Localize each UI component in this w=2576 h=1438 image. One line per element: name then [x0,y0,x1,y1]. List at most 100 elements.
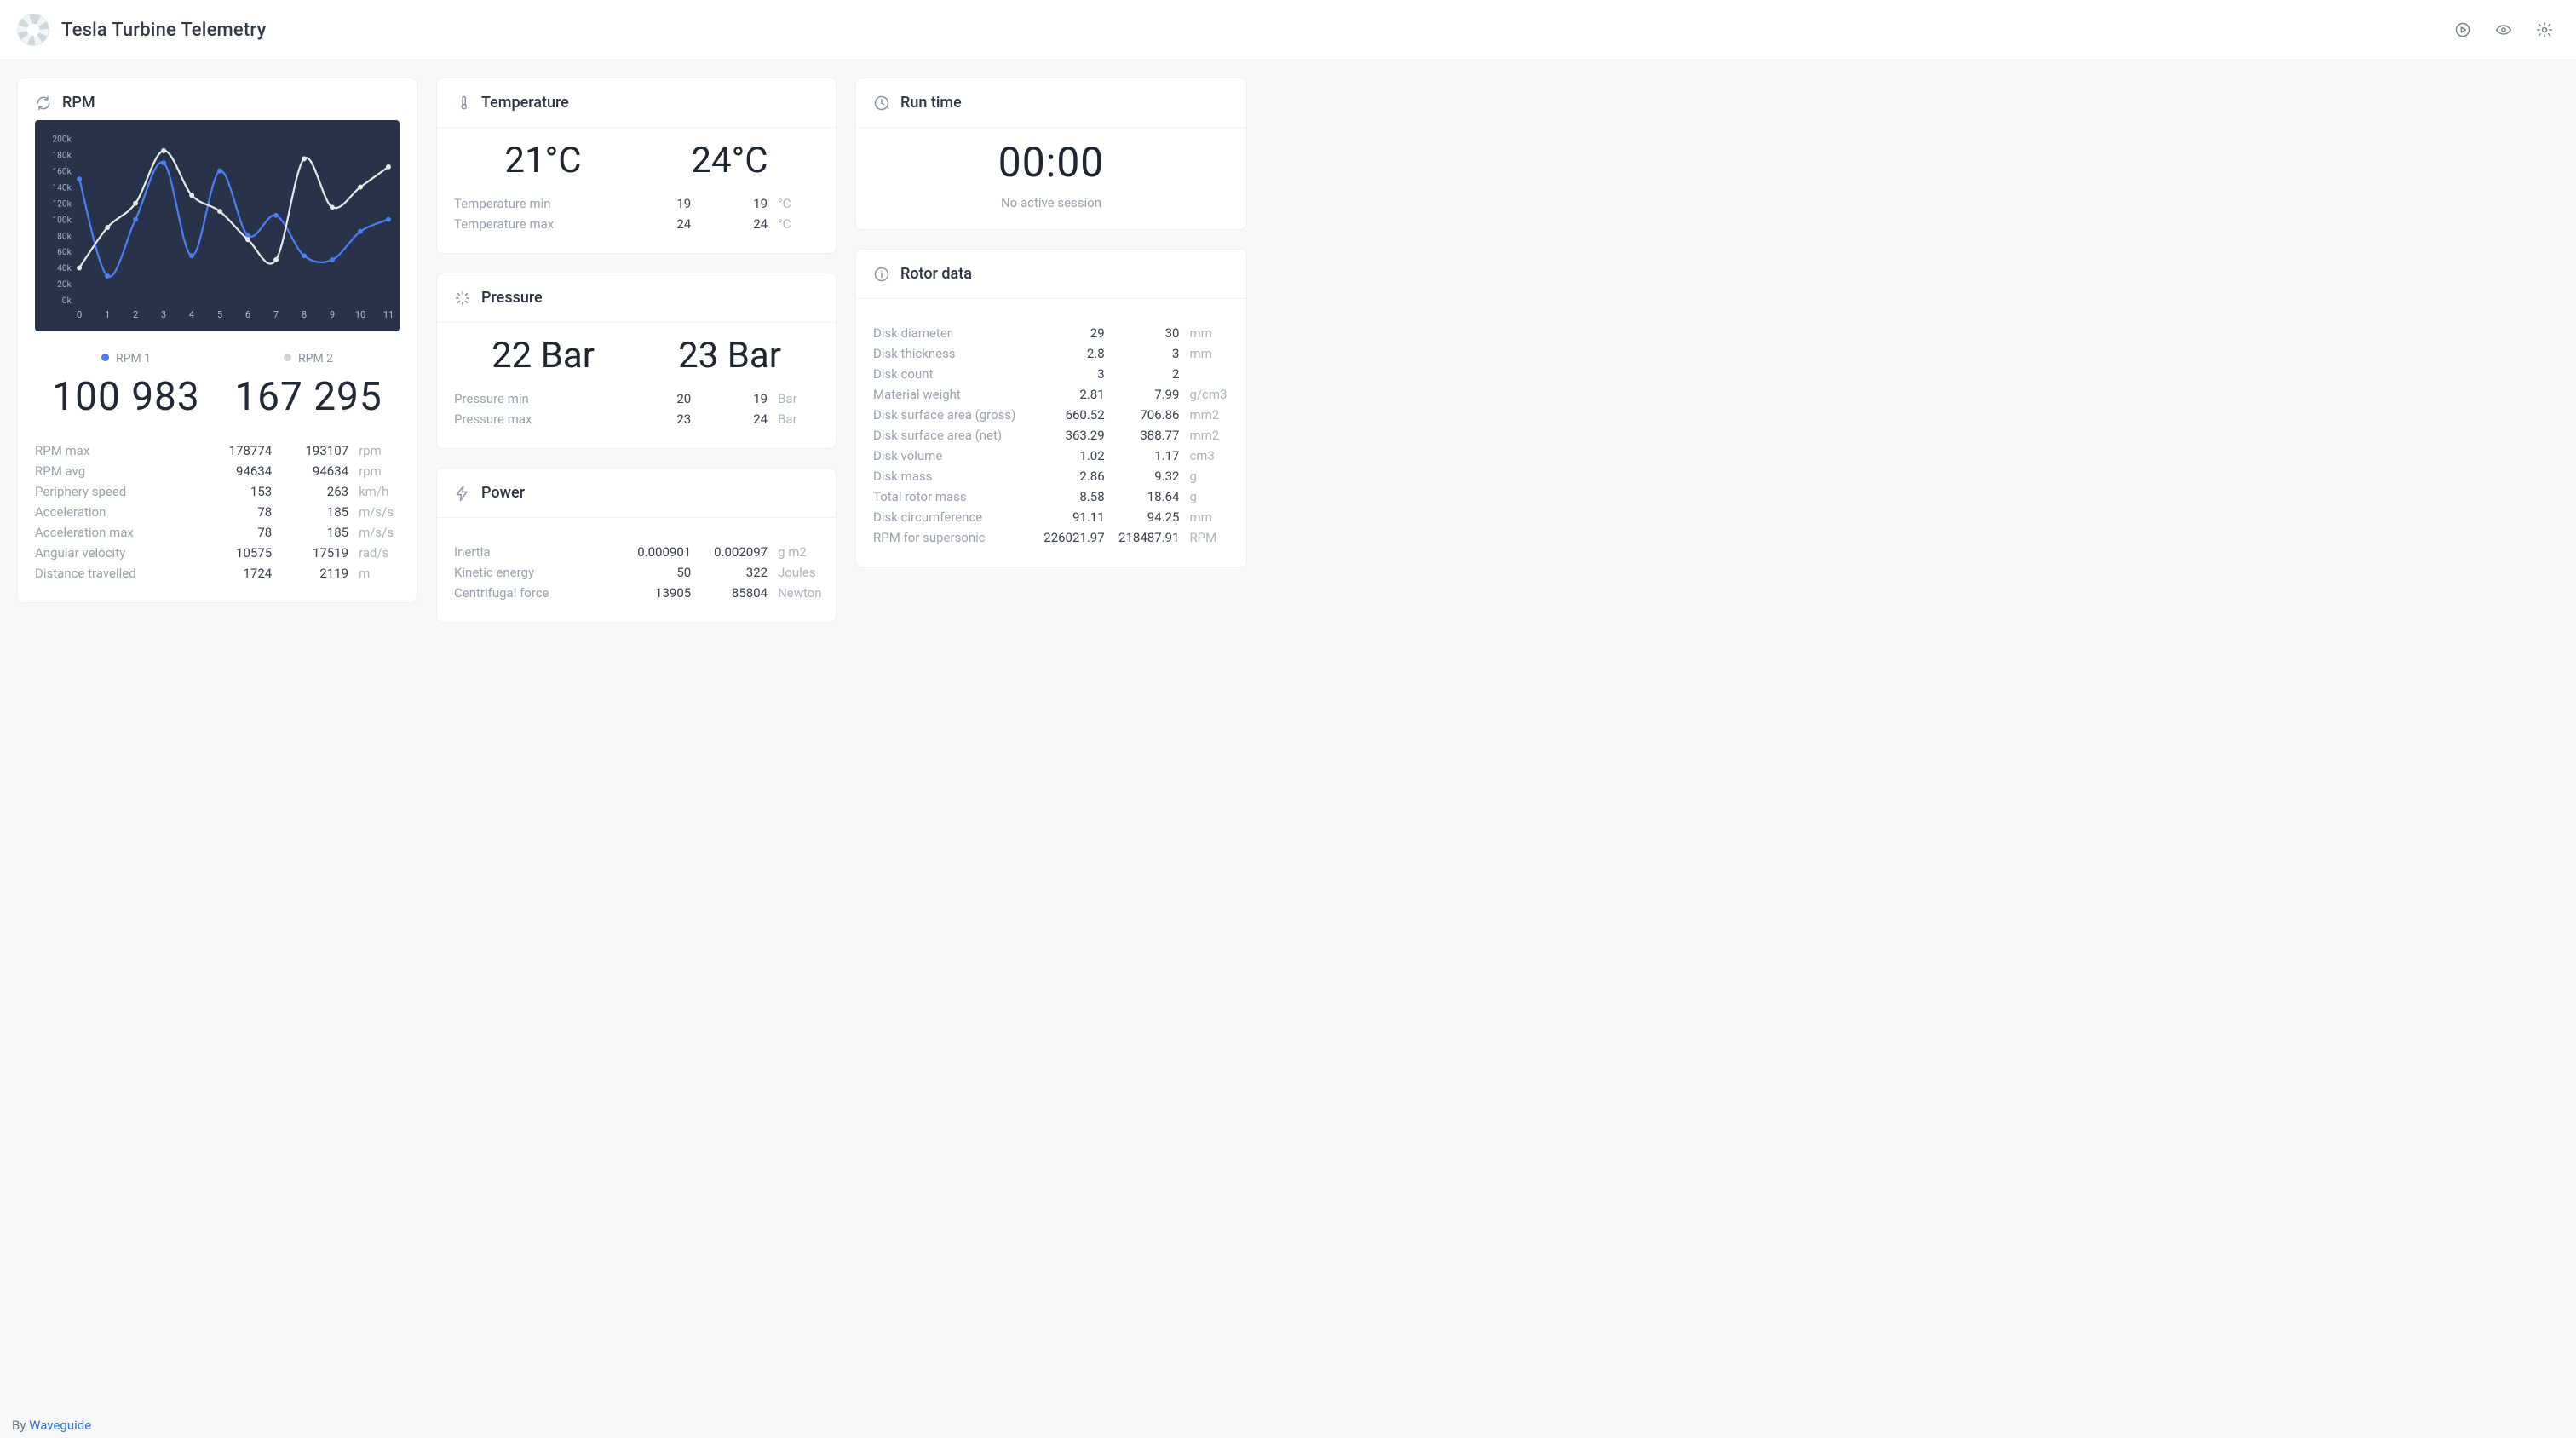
svg-text:160k: 160k [52,167,72,176]
footer: By Waveguide [12,1418,91,1433]
runtime-card: Run time 00:00 No active session [855,78,1247,230]
play-button[interactable] [2448,15,2477,44]
stat-unit: rad/s [348,543,410,563]
temperature-value-2: 24°C [641,140,819,181]
stat-value-1: 0.000901 [614,542,691,562]
rotor-card: Rotor data Disk diameter2930mmDisk thick… [855,249,1247,567]
stat-unit: mm2 [1179,405,1239,425]
legend-dot-1 [101,354,109,361]
stat-value-2: 17519 [272,543,348,563]
rotor-card-title: Rotor data [900,265,972,283]
temperature-value-1: 21°C [454,140,632,181]
stat-value-1: 78 [195,522,272,543]
eye-icon [2495,21,2512,38]
stat-value-2: 706.86 [1105,405,1180,425]
table-row: Disk mass2.869.32g [873,466,1229,486]
stat-label: Acceleration max [35,522,195,543]
temperature-stats-table: Temperature min1919°CTemperature max2424… [454,193,819,234]
stat-value-1: 78 [195,502,272,522]
legend-label-2: RPM 2 [298,352,333,365]
footer-link[interactable]: Waveguide [29,1418,91,1433]
stat-label: Material weight [873,384,1030,405]
table-row: Periphery speed153263km/h [35,481,400,502]
stat-value-2: 218487.91 [1105,527,1180,548]
stat-value-2: 9.32 [1105,466,1180,486]
stat-label: Disk surface area (net) [873,425,1030,446]
stat-value-2: 19 [691,193,768,214]
stat-value-2: 2119 [272,563,348,584]
stat-value-2: 193107 [272,440,348,461]
stat-value-2: 94634 [272,461,348,481]
info-icon [873,266,890,283]
stat-value-2: 185 [272,522,348,543]
stat-value-1: 94634 [195,461,272,481]
page-title: Tesla Turbine Telemetry [61,20,267,41]
stat-unit: m/s/s [348,502,410,522]
legend-label-1: RPM 1 [116,352,151,365]
stat-label: RPM avg [35,461,195,481]
stat-value-1: 2.8 [1030,343,1105,364]
stat-value-2: 94.25 [1105,507,1180,527]
table-row: RPM avg9463494634rpm [35,461,400,481]
runtime-value: 00:00 [856,138,1246,187]
play-circle-icon [2454,21,2471,38]
table-row: Kinetic energy50322Joules [454,562,819,583]
table-row: Disk surface area (gross)660.52706.86mm2 [873,405,1229,425]
stat-value-2: 1.17 [1105,446,1180,466]
stat-label: Disk surface area (gross) [873,405,1030,425]
table-row: Angular velocity1057517519rad/s [35,543,400,563]
stat-label: Disk thickness [873,343,1030,364]
stat-label: Disk diameter [873,323,1030,343]
rpm-card: RPM 0k20k40k60k80k100k120k140k160k180k20… [17,78,417,603]
table-row: Material weight2.817.99g/cm3 [873,384,1229,405]
table-row: Inertia0.0009010.002097g m2 [454,542,819,562]
stat-value-1: 1.02 [1030,446,1105,466]
table-row: Pressure max2324Bar [454,409,819,429]
stat-label: RPM for supersonic [873,527,1030,548]
stat-label: Centrifugal force [454,583,614,603]
stat-unit: g m2 [768,542,829,562]
temperature-card: Temperature 21°C 24°C Temperature min191… [436,78,837,254]
stat-value-1: 29 [1030,323,1105,343]
stat-value-2: 24 [691,409,768,429]
footer-prefix: By [12,1418,29,1433]
stat-value-1: 3 [1030,364,1105,384]
stat-value-1: 1724 [195,563,272,584]
table-row: Temperature max2424°C [454,214,819,234]
app-logo [17,14,49,46]
stat-unit: m [348,563,410,584]
stat-value-1: 2.81 [1030,384,1105,405]
stat-label: Disk volume [873,446,1030,466]
table-row: Disk count32 [873,364,1229,384]
svg-text:80k: 80k [57,232,72,241]
stat-value-1: 2.86 [1030,466,1105,486]
stat-label: Inertia [454,542,614,562]
settings-button[interactable] [2530,15,2559,44]
stat-value-1: 10575 [195,543,272,563]
visibility-button[interactable] [2489,15,2518,44]
stat-value-2: 185 [272,502,348,522]
table-row: Disk volume1.021.17cm3 [873,446,1229,466]
stat-unit: °C [768,193,829,214]
stat-value-1: 178774 [195,440,272,461]
stat-value-2: 263 [272,481,348,502]
table-row: Pressure min2019Bar [454,388,819,409]
svg-text:8: 8 [302,309,307,320]
stat-unit: m/s/s [348,522,410,543]
table-row: RPM for supersonic226021.97218487.91RPM [873,527,1229,548]
power-card: Power Inertia0.0009010.002097g m2Kinetic… [436,468,837,623]
stat-label: Temperature min [454,193,614,214]
svg-text:40k: 40k [57,264,72,273]
stat-value-2: 3 [1105,343,1180,364]
topbar: Tesla Turbine Telemetry [0,0,2576,60]
stat-value-1: 13905 [614,583,691,603]
stat-label: Temperature max [454,214,614,234]
stat-unit: mm [1179,343,1239,364]
stat-unit: cm3 [1179,446,1239,466]
svg-text:2: 2 [133,309,138,320]
stat-label: Disk count [873,364,1030,384]
temperature-card-title: Temperature [481,94,569,112]
stat-unit: km/h [348,481,410,502]
svg-text:180k: 180k [52,151,72,160]
stat-value-1: 23 [614,409,691,429]
